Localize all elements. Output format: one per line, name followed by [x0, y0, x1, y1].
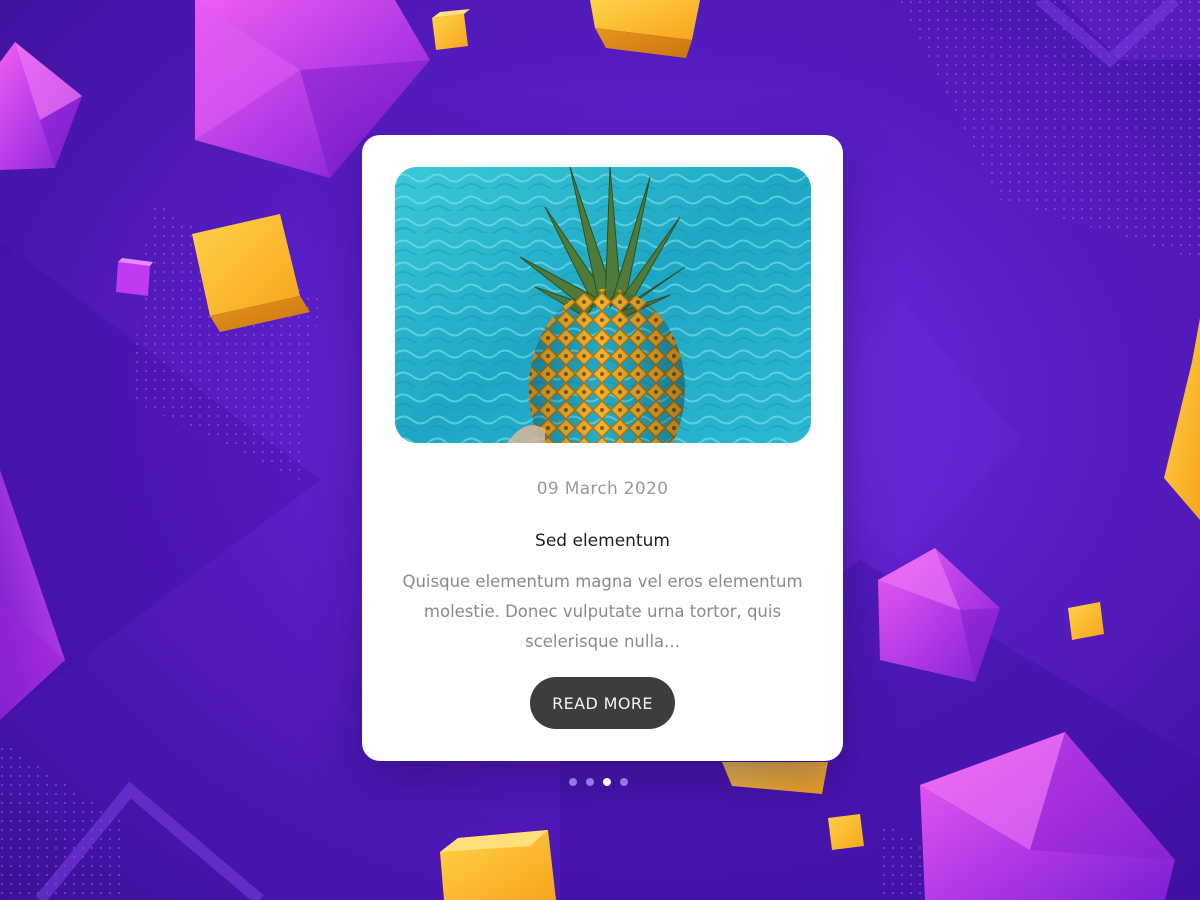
read-more-button[interactable]: READ MORE	[530, 677, 675, 729]
yellow-cube-right-edge	[1164, 318, 1200, 520]
yellow-cube-top-center	[590, 0, 700, 58]
pagination-dot[interactable]	[620, 778, 628, 786]
post-date: 09 March 2020	[536, 479, 669, 499]
blog-card: 09 March 2020 Sed elementum Quisque elem…	[362, 135, 843, 761]
post-title[interactable]: Sed elementum	[362, 531, 843, 551]
pagination-dot[interactable]	[586, 778, 594, 786]
pineapple-image	[395, 167, 811, 443]
pagination-dot[interactable]	[603, 778, 611, 786]
yellow-cube-bottom-small	[828, 814, 864, 850]
yellow-cube-small-top	[432, 9, 470, 50]
purple-gem-right-mid	[878, 548, 1000, 682]
purple-gem-top-left	[0, 42, 82, 170]
pagination-dot[interactable]	[569, 778, 577, 786]
carousel-pagination	[569, 778, 628, 786]
small-purple-cube	[116, 258, 153, 296]
yellow-cube-bottom	[440, 830, 556, 900]
yellow-cube-small-right	[1068, 602, 1104, 640]
card-image[interactable]	[395, 167, 811, 443]
post-excerpt: Quisque elementum magna vel eros element…	[402, 572, 803, 651]
yellow-cube-left	[192, 214, 310, 332]
